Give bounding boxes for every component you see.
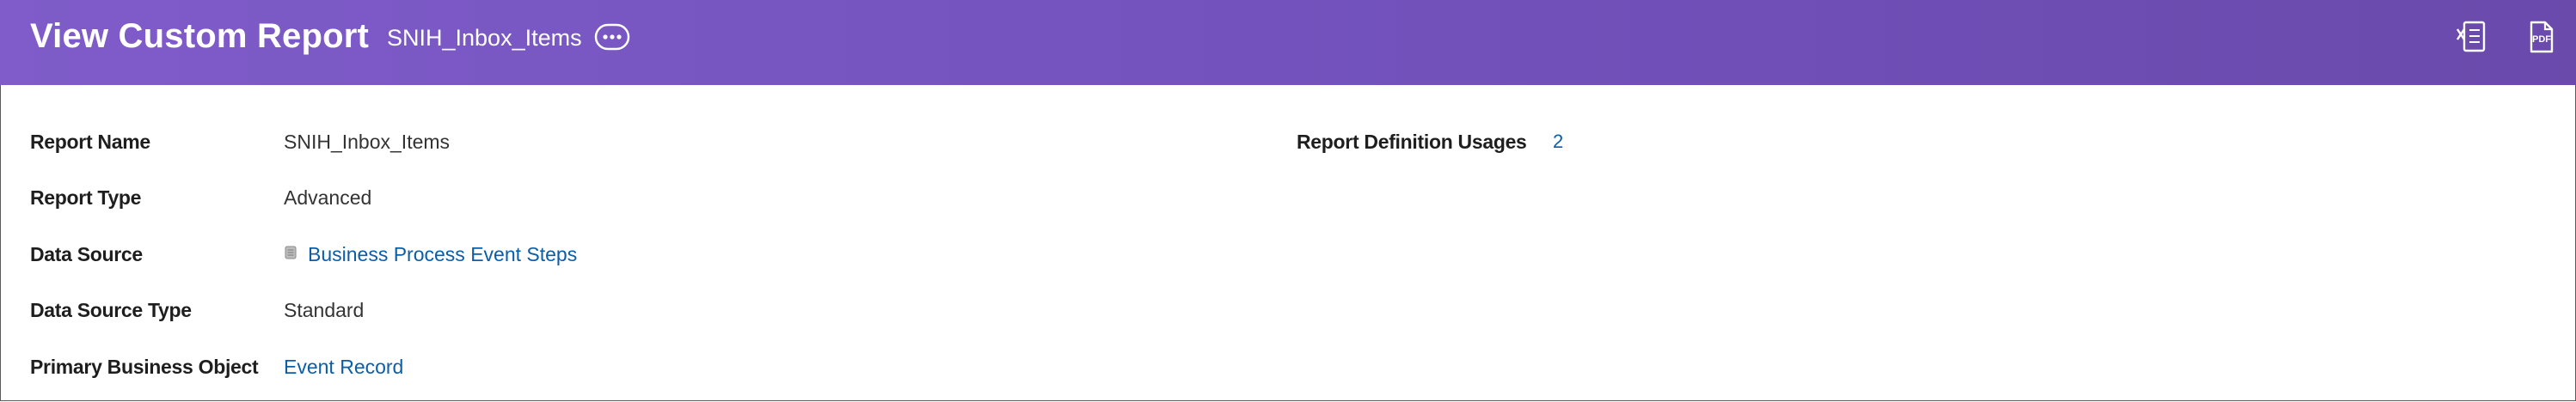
page-header: View Custom Report SNIH_Inbox_Items PDF xyxy=(0,0,2576,85)
ellipsis-circle-icon xyxy=(594,23,630,51)
svg-text:PDF: PDF xyxy=(2532,34,2551,45)
primary-business-object-link[interactable]: Event Record xyxy=(284,354,403,380)
page-title: View Custom Report xyxy=(30,17,370,55)
report-definition-usages-label: Report Definition Usages xyxy=(1297,131,1527,153)
export-to-pdf-button[interactable]: PDF xyxy=(2524,19,2557,55)
report-name-value: SNIH_Inbox_Items xyxy=(284,131,451,153)
data-source-link[interactable]: Business Process Event Steps xyxy=(308,241,577,267)
data-source-type-label: Data Source Type xyxy=(30,299,192,321)
related-actions-button[interactable] xyxy=(594,23,630,51)
primary-business-object-label: Primary Business Object xyxy=(30,356,259,378)
data-source-label: Data Source xyxy=(30,243,143,265)
pdf-export-icon: PDF xyxy=(2530,21,2554,53)
export-to-excel-button[interactable] xyxy=(2455,19,2487,55)
report-name-subtitle: SNIH_Inbox_Items xyxy=(387,25,582,51)
data-source-type-value: Standard xyxy=(284,299,365,321)
report-type-value: Advanced xyxy=(284,186,372,209)
report-type-label: Report Type xyxy=(30,186,142,209)
data-source-icon xyxy=(285,246,297,259)
excel-export-icon xyxy=(2456,21,2486,52)
report-name-label: Report Name xyxy=(30,131,150,153)
report-definition-usages-link[interactable]: 2 xyxy=(1553,129,1563,155)
